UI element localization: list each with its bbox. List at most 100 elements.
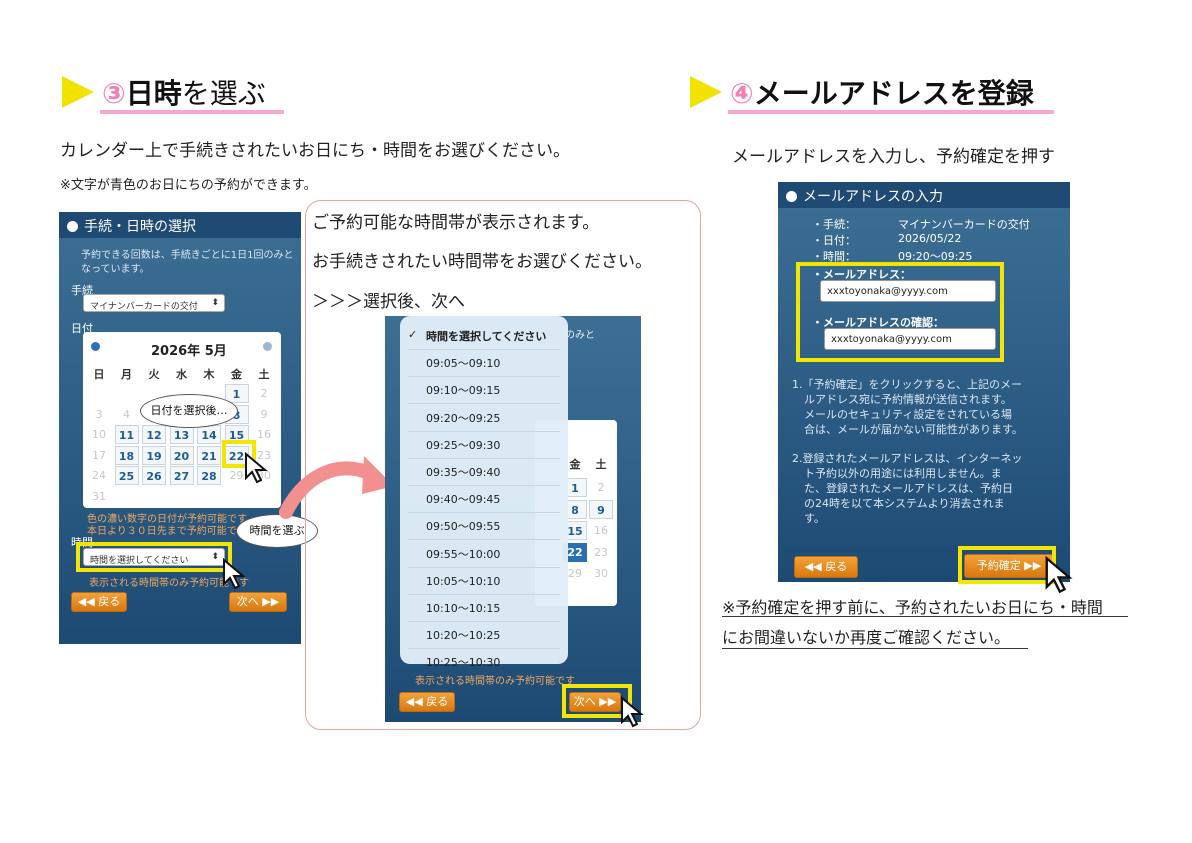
- procedure-select[interactable]: マイナンバーカードの交付 ⬍: [83, 294, 225, 312]
- prev-month-icon[interactable]: [91, 342, 100, 351]
- time-option[interactable]: 10:20～10:25: [426, 627, 500, 643]
- calendar-day: 31: [92, 489, 106, 503]
- calendar-day[interactable]: 11: [114, 425, 139, 444]
- time-option[interactable]: 09:55～10:00: [426, 546, 500, 562]
- calendar-day[interactable]: 18: [114, 445, 139, 465]
- time-option[interactable]: 09:35～09:40: [426, 464, 500, 480]
- section4-note-line1: ※予約確定を押す前に、予約されたいお日にち・時間: [722, 598, 1103, 617]
- section4-instruction: メールアドレスを入力し、予約確定を押す: [732, 147, 1055, 167]
- notice-text: た、登録されたメールアドレスは、予約日: [804, 482, 1013, 495]
- notice-text: の24時を以て本システムより消去されま: [804, 497, 1005, 510]
- calendar-day: 16: [594, 524, 608, 537]
- option-divider: [408, 376, 560, 378]
- option-divider: [408, 430, 560, 432]
- circle-icon: [786, 191, 797, 202]
- time-option[interactable]: 09:05～09:10: [426, 355, 500, 371]
- datetime-selection-panel: 手続・日時の選択 予約できる回数は、手続きごとに1日1回のみと なっています。 …: [59, 212, 301, 644]
- note-underline: [722, 648, 1028, 649]
- time-option[interactable]: 09:25～09:30: [426, 437, 500, 453]
- calendar-title: 2026年 5月: [151, 344, 227, 359]
- calendar-day[interactable]: 25: [114, 466, 139, 485]
- calendar-day[interactable]: 19: [142, 445, 166, 465]
- option-divider: [408, 593, 560, 595]
- time-option[interactable]: 10:25～10:30: [426, 654, 500, 670]
- intro-text: 予約できる回数は、手続きごとに1日1回のみと: [81, 250, 294, 261]
- time-option[interactable]: 時間を選択してください: [426, 328, 546, 344]
- time-dropdown-list[interactable]: ✓ 時間を選択してください 09:05～09:10 09:10～09:15 09:20～…: [400, 316, 568, 669]
- section3-underline: [100, 110, 284, 114]
- next-month-icon[interactable]: [263, 342, 272, 351]
- option-divider: [408, 539, 560, 541]
- calendar-day[interactable]: 21: [197, 445, 221, 465]
- section4-number: ④: [730, 77, 754, 110]
- circle-icon: [67, 221, 78, 232]
- time-select-highlight: [76, 542, 232, 572]
- time-option[interactable]: 10:05～10:10: [426, 573, 500, 589]
- panel-header: メールアドレスの入力: [778, 182, 1070, 208]
- weekday-header: 水: [176, 368, 187, 381]
- option-divider: [408, 457, 560, 459]
- weekday-header: 日: [93, 368, 105, 381]
- section3-note: ※文字が青色のお日にちの予約ができます。: [60, 178, 317, 193]
- next-button[interactable]: 次へ ▶▶: [229, 592, 287, 612]
- calendar-day[interactable]: 26: [142, 466, 166, 485]
- calendar-day[interactable]: 20: [169, 445, 194, 465]
- option-divider: [408, 512, 560, 514]
- option-divider: [408, 485, 560, 486]
- weekday-header: 土: [595, 458, 607, 471]
- callout-line3: ＞＞＞選択後、次へ: [312, 292, 465, 312]
- calendar-day[interactable]: 12: [142, 425, 166, 444]
- background-text: のみと: [565, 330, 595, 341]
- procedure-label: ・手続：: [812, 218, 856, 231]
- procedure-value: マイナンバーカードの交付: [898, 218, 1030, 231]
- time-option[interactable]: 09:10～09:15: [426, 382, 500, 398]
- date-value: 2026/05/22: [898, 232, 962, 245]
- back-button[interactable]: ◀◀ 戻る: [794, 556, 858, 578]
- calendar-day: 30: [594, 567, 608, 580]
- weekday-header: 火: [148, 368, 160, 381]
- time-option[interactable]: 09:50～09:55: [426, 518, 500, 534]
- weekday-header: 土: [258, 368, 270, 381]
- date-hint-bubble: 日付を選択後…: [140, 394, 238, 428]
- calendar-day[interactable]: 27: [169, 466, 194, 485]
- time-option[interactable]: 09:40～09:45: [426, 491, 500, 507]
- email-input-panel: メールアドレスの入力 ・手続： マイナンバーカードの交付 ・日付： 2026/0…: [778, 182, 1070, 582]
- mouse-cursor-icon: [621, 696, 644, 728]
- calendar-day: 3: [95, 407, 103, 421]
- option-divider: [408, 648, 560, 650]
- option-divider: [408, 349, 560, 350]
- section3-title-rest: を選ぶ: [181, 77, 266, 110]
- section3-heading: ③日時を選ぶ: [102, 72, 266, 112]
- mouse-cursor-icon: [1045, 556, 1073, 594]
- time-option[interactable]: 10:10～10:15: [426, 600, 500, 616]
- section4-note-line2: にお間違いないか再度ご確認ください。: [722, 628, 1011, 647]
- mouse-cursor-icon: [223, 558, 246, 590]
- option-divider: [408, 621, 560, 622]
- back-button[interactable]: ◀◀ 戻る: [399, 692, 455, 712]
- notice-text: メールのセキュリティ設定をされている場: [804, 408, 1013, 421]
- calendar-day: 2: [260, 387, 268, 400]
- section4-title: メールアドレスを登録: [753, 77, 1034, 110]
- back-button[interactable]: ◀◀ 戻る: [71, 592, 127, 612]
- weekday-header: 金: [231, 368, 242, 381]
- date-label: ・日付：: [812, 234, 856, 247]
- calendar-day[interactable]: 14: [197, 425, 221, 444]
- email-highlight: [796, 262, 1004, 362]
- pointer-triangle-icon: [62, 76, 94, 108]
- weekday-header: 月: [121, 368, 132, 381]
- weekday-header: 木: [203, 368, 215, 381]
- calendar-day[interactable]: 9: [589, 499, 613, 519]
- callout-line2: お手続きされたい時間帯をお選びください。: [312, 252, 652, 272]
- option-divider: [408, 403, 560, 405]
- calendar-day: 9: [260, 407, 268, 421]
- notice-text: 2.登録されたメールアドレスは、インターネッ: [792, 452, 1023, 465]
- calendar-day[interactable]: 28: [197, 466, 221, 485]
- notice-text: ルアドレス宛に予約情報が送信されます。: [804, 393, 1012, 406]
- note-underline: [722, 616, 1128, 617]
- calendar-day: 4: [123, 407, 130, 421]
- legend-text: 本日より３０日先まで予約可能です。: [87, 526, 256, 537]
- time-option[interactable]: 09:20～09:25: [426, 410, 500, 426]
- intro-text: なっています。: [81, 264, 150, 275]
- pointer-triangle-icon: [690, 76, 722, 108]
- section4-underline: [728, 110, 1054, 114]
